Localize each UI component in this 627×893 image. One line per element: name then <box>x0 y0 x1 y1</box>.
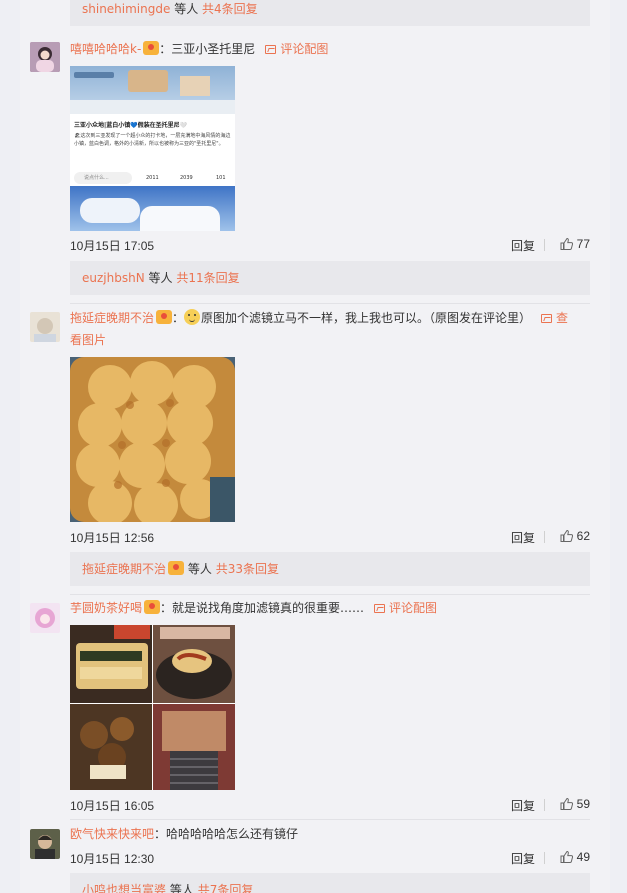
sub-reply-middle: 等人 <box>148 271 173 285</box>
sub-reply-user[interactable]: 拖延症晚期不治 <box>82 562 166 576</box>
comment-4: 欧气快来快来吧：哈哈哈哈哈怎么还有镜仔 <box>70 823 590 845</box>
like-button[interactable]: 59 <box>560 797 590 811</box>
image-icon <box>541 314 553 323</box>
divider <box>544 799 545 811</box>
sub-reply-user[interactable]: shinehimingde <box>82 2 170 16</box>
like-button[interactable]: 77 <box>560 237 590 251</box>
image-icon <box>265 45 277 54</box>
screenshot-stat-stars: 2039 <box>180 175 193 181</box>
comment-time: 10月15日 12:56 <box>70 531 155 545</box>
comment-content: 哈哈哈哈哈怎么还有镜仔 <box>166 827 299 841</box>
divider <box>70 819 590 820</box>
comment-1: 嘻嘻哈哈哈k- ：三亚小圣托里尼 评论配图 <box>70 38 590 60</box>
comment-meta: 10月15日 12:30 回复 49 <box>70 848 590 868</box>
image-icon <box>374 604 386 613</box>
like-count: 77 <box>576 237 590 251</box>
avatar[interactable] <box>30 312 60 342</box>
comment-2: 拖延症晚期不治 ： 原图加个滤镜立马不一样，我上我也可以。（原图发在评论里） 查看图片 <box>70 307 590 351</box>
thumbs-up-icon <box>560 851 573 863</box>
comment-content: 原图加个滤镜立马不一样，我上我也可以。（原图发在评论里） <box>201 311 532 325</box>
comment-image-link[interactable]: 评论配图 <box>389 601 437 615</box>
divider <box>70 594 590 595</box>
avatar[interactable] <box>30 829 60 859</box>
divider <box>544 852 545 864</box>
comment-image[interactable] <box>70 625 235 790</box>
sub-reply-middle: 等人 <box>174 2 199 16</box>
divider <box>544 531 545 543</box>
sub-reply-middle: 等人 <box>169 883 194 893</box>
reply-button[interactable]: 回复 <box>511 237 535 254</box>
vip-badge-icon <box>156 310 173 324</box>
colon: ： <box>172 311 185 325</box>
thumbs-up-icon <box>560 530 573 542</box>
like-count: 59 <box>576 797 590 811</box>
comment-image-link[interactable]: 查 <box>556 311 568 325</box>
comment-image-link[interactable]: 评论配图 <box>280 42 328 56</box>
sub-reply-total[interactable]: 共7条回复 <box>198 883 254 893</box>
sub-reply-bar-0[interactable]: shinehimingde 等人 共4条回复 <box>70 0 590 26</box>
sub-reply-middle: 等人 <box>187 562 212 576</box>
screenshot-title: 三亚小众地|蓝白小镇💙假装在圣托里尼🤍 <box>74 122 188 129</box>
comment-time: 10月15日 16:05 <box>70 799 155 813</box>
screenshot-top-photo <box>70 66 235 114</box>
sub-reply-user[interactable]: euzjhbshN <box>82 271 145 285</box>
comment-image[interactable] <box>70 357 235 522</box>
like-count: 49 <box>576 850 590 864</box>
screenshot-input: 说点什么... <box>74 172 132 184</box>
vip-badge-icon <box>168 561 185 575</box>
vip-badge-icon <box>144 600 161 614</box>
smiley-icon <box>184 309 201 325</box>
comment-meta: 10月15日 12:56 回复 62 <box>70 527 590 547</box>
comment-time: 10月15日 12:30 <box>70 852 155 866</box>
avatar[interactable] <box>30 42 60 72</box>
like-button[interactable]: 49 <box>560 850 590 864</box>
comment-image-link-cont[interactable]: 看图片 <box>70 333 106 347</box>
comment-meta: 10月15日 17:05 回复 77 <box>70 235 590 255</box>
screenshot-stat-comments: 101 <box>216 175 226 181</box>
divider <box>544 239 545 251</box>
screenshot-bottom-photo <box>70 186 235 231</box>
thumbs-up-icon <box>560 798 573 810</box>
sub-reply-user[interactable]: 小鸣也想当富婆 <box>82 883 166 893</box>
avatar-image <box>30 603 60 633</box>
reply-button[interactable]: 回复 <box>511 529 535 546</box>
avatar-image <box>30 312 60 342</box>
comment-user[interactable]: 拖延症晚期不治 <box>70 311 154 325</box>
screenshot-stat-likes: 2011 <box>146 175 159 181</box>
bread-photo <box>70 357 235 522</box>
avatar[interactable] <box>30 603 60 633</box>
sub-reply-total[interactable]: 共33条回复 <box>216 562 279 576</box>
sub-reply-bar-2[interactable]: 拖延症晚期不治 等人 共33条回复 <box>70 552 590 586</box>
reply-button[interactable]: 回复 <box>511 850 535 867</box>
sub-reply-total[interactable]: 共11条回复 <box>176 271 239 285</box>
comment-image[interactable]: 三亚小众地|蓝白小镇💙假装在圣托里尼🤍 🏖这次到三亚发现了一个超小众的打卡地，一… <box>70 66 235 231</box>
thumbs-up-icon <box>560 238 573 250</box>
comment-user[interactable]: 芋圆奶茶好喝 <box>70 601 142 615</box>
avatar-image <box>30 829 60 859</box>
like-count: 62 <box>576 529 590 543</box>
colon: ： <box>154 827 167 841</box>
comment-time: 10月15日 17:05 <box>70 239 155 253</box>
comment-content: 三亚小圣托里尼 <box>171 42 256 56</box>
colon: ： <box>160 601 173 615</box>
vip-badge-icon <box>143 41 160 55</box>
sub-reply-bar-1[interactable]: euzjhbshN 等人 共11条回复 <box>70 261 590 295</box>
screenshot-body: 🏖这次到三亚发现了一个超小众的打卡地，一层充满地中海风情的海边小镇，蓝白色调，格… <box>74 133 231 147</box>
avatar-image <box>30 42 60 72</box>
sub-reply-total[interactable]: 共4条回复 <box>202 2 258 16</box>
colon: ： <box>159 42 172 56</box>
comment-user[interactable]: 嘻嘻哈哈哈k- <box>70 42 141 56</box>
comment-meta: 10月15日 16:05 回复 59 <box>70 795 590 815</box>
divider <box>70 303 590 304</box>
comment-3: 芋圆奶茶好喝 ：就是说找角度加滤镜真的很重要…… 评论配图 <box>70 597 590 619</box>
comment-user[interactable]: 欧气快来快来吧 <box>70 827 154 841</box>
reply-button[interactable]: 回复 <box>511 797 535 814</box>
like-button[interactable]: 62 <box>560 529 590 543</box>
sub-reply-bar-4[interactable]: 小鸣也想当富婆 等人 共7条回复 <box>70 873 590 893</box>
food-collage-photo <box>70 625 235 790</box>
comment-content: 就是说找角度加滤镜真的很重要…… <box>172 601 365 615</box>
